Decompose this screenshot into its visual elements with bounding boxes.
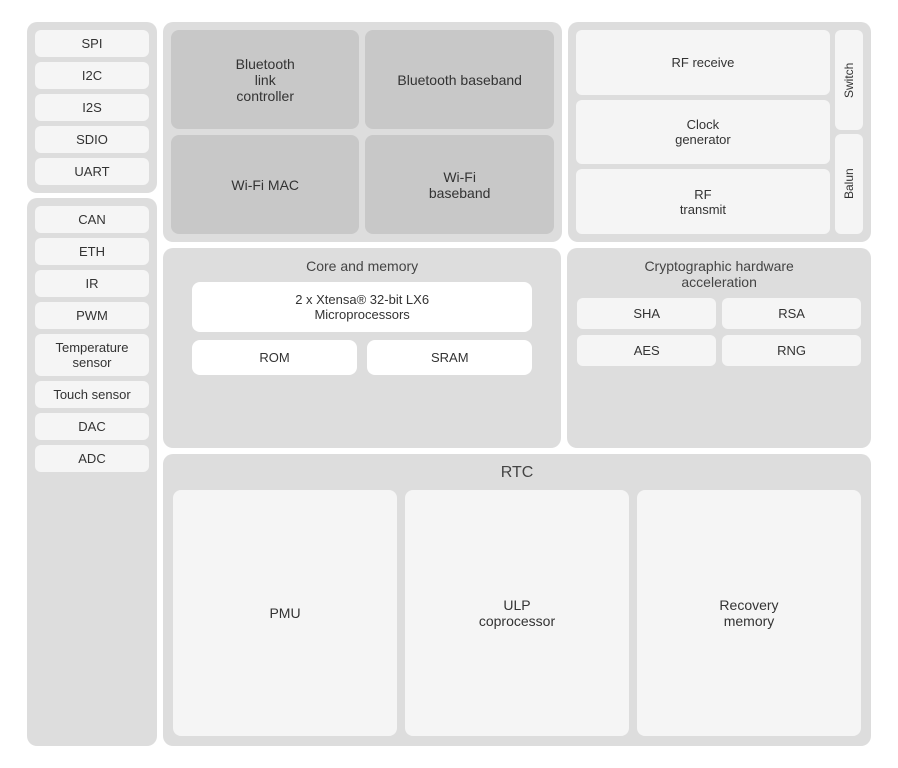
adc-label: ADC [35,445,149,472]
wireless-section: Bluetooth link controller Wi-Fi MAC Blue… [163,22,562,242]
spi-label: SPI [35,30,149,57]
top-row: Bluetooth link controller Wi-Fi MAC Blue… [163,22,871,242]
group-interfaces-1: SPI I2C I2S SDIO UART [27,22,157,193]
bt-controller-box: Bluetooth link controller [171,30,359,129]
rf-transmit-box: RF transmit [576,169,830,234]
crypto-grid: SHA RSA AES RNG [577,298,861,366]
core-section: Core and memory 2 x Xtensa® 32-bit LX6 M… [163,248,561,448]
pwm-label: PWM [35,302,149,329]
rf-receive-box: RF receive [576,30,830,95]
rtc-boxes: PMU ULP coprocessor Recovery memory [173,490,861,736]
mid-row: Core and memory 2 x Xtensa® 32-bit LX6 M… [163,248,871,448]
group-interfaces-2: CAN ETH IR PWM Temperature sensor Touch … [27,198,157,746]
wifi-mac-box: Wi-Fi MAC [171,135,359,234]
pmu-box: PMU [173,490,397,736]
sdio-label: SDIO [35,126,149,153]
clock-gen-box: Clock generator [576,100,830,165]
rom-box: ROM [192,340,357,375]
crypto-title: Cryptographic hardware acceleration [577,258,861,290]
processor-box: 2 x Xtensa® 32-bit LX6 Microprocessors [192,282,532,332]
rsa-box: RSA [722,298,861,329]
rtc-section: RTC PMU ULP coprocessor Recovery memory [163,454,871,746]
sha-box: SHA [577,298,716,329]
diagram: SPI I2C I2S SDIO UART CAN ETH IR PWM Tem… [19,14,879,754]
left-column: SPI I2C I2S SDIO UART CAN ETH IR PWM Tem… [27,22,157,746]
balun-box: Balun [835,134,863,234]
aes-box: AES [577,335,716,366]
core-bottom: ROM SRAM [192,340,532,375]
ir-label: IR [35,270,149,297]
right-area: Bluetooth link controller Wi-Fi MAC Blue… [163,22,871,746]
rf-side: Switch Balun [835,30,863,234]
dac-label: DAC [35,413,149,440]
i2c-label: I2C [35,62,149,89]
temp-sensor-label: Temperature sensor [35,334,149,376]
rng-box: RNG [722,335,861,366]
i2s-label: I2S [35,94,149,121]
ulp-box: ULP coprocessor [405,490,629,736]
bottom-row: RTC PMU ULP coprocessor Recovery memory [163,454,871,746]
uart-label: UART [35,158,149,185]
bt-baseband-box: Bluetooth baseband [365,30,553,129]
rtc-title: RTC [173,464,861,482]
rf-main: RF receive Clock generator RF transmit [576,30,830,234]
touch-sensor-label: Touch sensor [35,381,149,408]
can-label: CAN [35,206,149,233]
sram-box: SRAM [367,340,532,375]
crypto-section: Cryptographic hardware acceleration SHA … [567,248,871,448]
wifi-baseband-box: Wi-Fi baseband [365,135,553,234]
core-title: Core and memory [306,258,418,274]
recovery-box: Recovery memory [637,490,861,736]
switch-box: Switch [835,30,863,130]
eth-label: ETH [35,238,149,265]
rf-section: RF receive Clock generator RF transmit S… [568,22,871,242]
